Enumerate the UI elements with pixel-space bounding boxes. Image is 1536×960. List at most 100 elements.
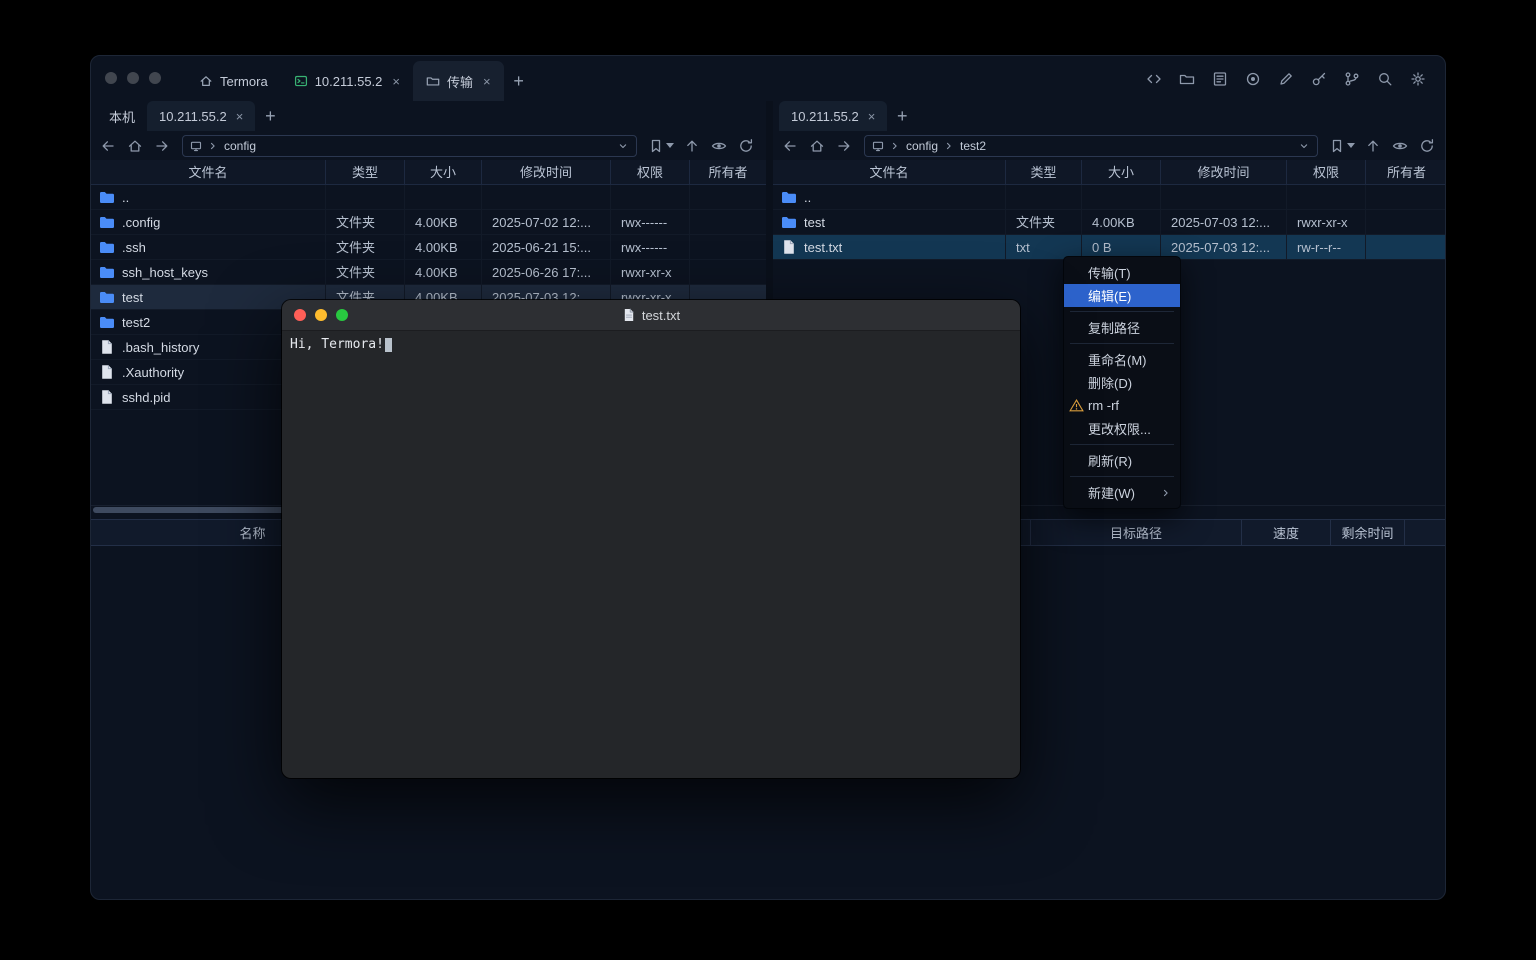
branch-icon[interactable] (1339, 66, 1365, 92)
editor-titlebar[interactable]: test.txt (282, 300, 1020, 331)
col-filename[interactable]: 文件名 (91, 160, 326, 184)
close-icon[interactable]: × (483, 74, 491, 89)
new-tab-button[interactable]: + (887, 101, 917, 131)
col-type[interactable]: 类型 (1006, 160, 1082, 184)
home-button[interactable] (122, 134, 147, 158)
scrollbar-thumb[interactable] (93, 507, 285, 513)
chevron-right-icon (207, 140, 219, 152)
table-row[interactable]: .. (773, 185, 1446, 210)
forward-button[interactable] (149, 134, 174, 158)
col-modified[interactable]: 修改时间 (482, 160, 611, 184)
close-icon[interactable]: × (868, 109, 876, 124)
forward-button[interactable] (831, 134, 856, 158)
type-cell: 文件夹 (326, 260, 405, 284)
file-icon (99, 364, 115, 380)
tab-ssh-host[interactable]: 10.211.55.2 × (281, 61, 413, 101)
tab-local[interactable]: 本机 (97, 101, 147, 131)
menu-item-change-permissions[interactable]: 更改权限... (1064, 417, 1180, 440)
up-directory-button[interactable] (679, 134, 704, 158)
show-hidden-button[interactable] (1387, 134, 1412, 158)
close-button[interactable] (294, 309, 306, 321)
settings-icon[interactable] (1405, 66, 1431, 92)
col-remaining-time[interactable]: 剩余时间 (1331, 520, 1405, 545)
tab-remote-host[interactable]: 10.211.55.2 × (779, 101, 887, 131)
new-tab-button[interactable]: + (504, 61, 534, 101)
left-pane-tabbar: 本机 10.211.55.2 × + (91, 101, 766, 131)
show-hidden-button[interactable] (706, 134, 731, 158)
menu-item-rename[interactable]: 重命名(M) (1064, 348, 1180, 371)
search-icon[interactable] (1372, 66, 1398, 92)
close-button[interactable] (105, 72, 117, 84)
modified-cell: 2025-07-02 12:... (482, 210, 611, 234)
minimize-button[interactable] (127, 72, 139, 84)
col-target-path[interactable]: 目标路径 (1031, 520, 1242, 545)
menu-item-delete[interactable]: 删除(D) (1064, 371, 1180, 394)
up-directory-button[interactable] (1360, 134, 1385, 158)
minimize-button[interactable] (315, 309, 327, 321)
edit-icon[interactable] (1273, 66, 1299, 92)
col-owner[interactable]: 所有者 (1366, 160, 1446, 184)
tab-transfer[interactable]: 传输 × (413, 61, 504, 101)
document-icon (622, 308, 636, 322)
folder-icon[interactable] (1174, 66, 1200, 92)
crumb[interactable]: test2 (960, 139, 986, 153)
col-size[interactable]: 大小 (1082, 160, 1161, 184)
editor-content[interactable]: Hi, Termora! (282, 331, 1020, 358)
back-button[interactable] (95, 134, 120, 158)
table-row[interactable]: .. (91, 185, 766, 210)
code-icon[interactable] (1141, 66, 1167, 92)
table-row[interactable]: ssh_host_keys 文件夹 4.00KB 2025-06-26 17:.… (91, 260, 766, 285)
file-name-cell: .. (773, 185, 1006, 209)
menu-item-transfer[interactable]: 传输(T) (1064, 261, 1180, 284)
table-row[interactable]: .ssh 文件夹 4.00KB 2025-06-21 15:... rwx---… (91, 235, 766, 260)
log-icon[interactable] (1207, 66, 1233, 92)
right-pane-tabbar: 10.211.55.2 × + (773, 101, 1446, 131)
menu-item-copy-path[interactable]: 复制路径 (1064, 316, 1180, 339)
close-icon[interactable]: × (392, 74, 400, 89)
toolbar (1141, 66, 1431, 92)
file-name-cell: test (773, 210, 1006, 234)
folder-icon (99, 189, 115, 205)
col-perm[interactable]: 权限 (611, 160, 690, 184)
col-modified[interactable]: 修改时间 (1161, 160, 1287, 184)
table-row[interactable]: test 文件夹 4.00KB 2025-07-03 12:... rwxr-x… (773, 210, 1446, 235)
tab-termora-home[interactable]: Termora (186, 61, 281, 101)
close-icon[interactable]: × (236, 109, 244, 124)
type-cell: 文件夹 (1006, 210, 1082, 234)
file-icon (781, 239, 797, 255)
zoom-button[interactable] (336, 309, 348, 321)
bookmark-button[interactable] (1326, 138, 1358, 154)
tab-remote-host[interactable]: 10.211.55.2 × (147, 101, 255, 131)
col-owner[interactable]: 所有者 (690, 160, 766, 184)
bookmark-button[interactable] (645, 138, 677, 154)
col-size[interactable]: 大小 (405, 160, 482, 184)
home-button[interactable] (804, 134, 829, 158)
record-icon[interactable] (1240, 66, 1266, 92)
menu-separator (1070, 311, 1174, 312)
folder-icon (99, 289, 115, 305)
new-tab-button[interactable]: + (255, 101, 285, 131)
col-filename[interactable]: 文件名 (773, 160, 1006, 184)
menu-item-rm-rf[interactable]: rm -rf (1064, 394, 1180, 417)
breadcrumb[interactable]: config (182, 135, 637, 157)
refresh-button[interactable] (733, 134, 758, 158)
refresh-button[interactable] (1414, 134, 1439, 158)
owner-cell (690, 185, 766, 209)
chevron-down-icon[interactable] (617, 140, 629, 152)
crumb[interactable]: config (224, 139, 256, 153)
table-row[interactable]: .config 文件夹 4.00KB 2025-07-02 12:... rwx… (91, 210, 766, 235)
menu-item-new[interactable]: 新建(W) (1064, 481, 1180, 504)
col-type[interactable]: 类型 (326, 160, 405, 184)
key-icon[interactable] (1306, 66, 1332, 92)
menu-item-refresh[interactable]: 刷新(R) (1064, 449, 1180, 472)
menu-item-edit[interactable]: 编辑(E) (1064, 284, 1180, 307)
zoom-button[interactable] (149, 72, 161, 84)
chevron-down-icon[interactable] (1298, 140, 1310, 152)
col-speed[interactable]: 速度 (1242, 520, 1331, 545)
editor-traffic-lights (294, 309, 348, 321)
breadcrumb[interactable]: config test2 (864, 135, 1318, 157)
crumb[interactable]: config (906, 139, 938, 153)
back-button[interactable] (777, 134, 802, 158)
menu-separator (1070, 444, 1174, 445)
col-perm[interactable]: 权限 (1287, 160, 1366, 184)
